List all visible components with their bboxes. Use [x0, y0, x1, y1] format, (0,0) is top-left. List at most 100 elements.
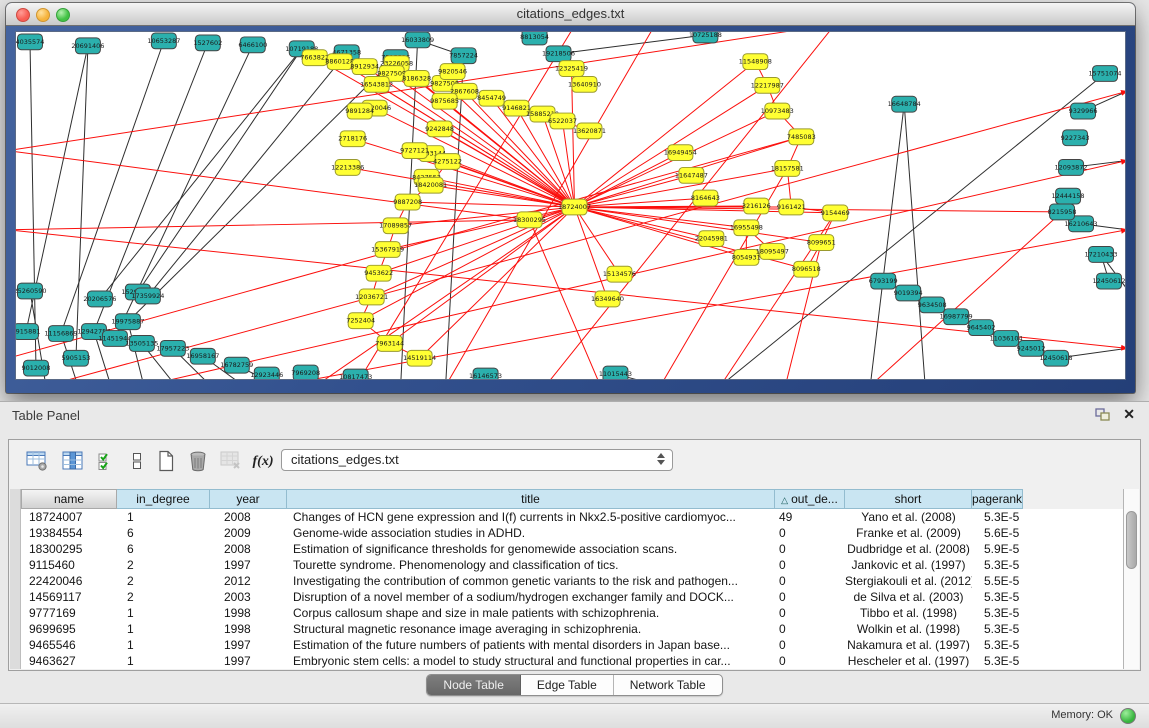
graph-edge[interactable]: [16, 220, 530, 230]
graph-node[interactable]: 16958167: [186, 348, 219, 364]
graph-edge[interactable]: [530, 220, 601, 379]
graph-node[interactable]: 9161421: [777, 199, 806, 215]
graph-edge[interactable]: [574, 207, 806, 269]
graph-node[interactable]: 18157581: [771, 161, 804, 177]
graph-node[interactable]: 7857224: [449, 48, 478, 64]
graph-node[interactable]: 19218506: [542, 46, 575, 62]
graph-node[interactable]: 9019394: [894, 285, 923, 301]
column-header-title[interactable]: title: [287, 489, 775, 509]
graph-node[interactable]: 8813054: [520, 32, 549, 45]
table-row[interactable]: 1456911722003Disruption of a novel membe…: [21, 589, 1124, 605]
graph-edge[interactable]: [148, 53, 347, 296]
graph-node[interactable]: 19975887: [111, 314, 144, 330]
graph-node[interactable]: 12923446: [250, 367, 283, 379]
vertical-scrollbar[interactable]: [1123, 489, 1139, 669]
graph-node[interactable]: 2718176: [338, 131, 367, 147]
graph-node[interactable]: 7485083: [787, 129, 816, 145]
graph-node[interactable]: 3915881: [16, 324, 40, 340]
graph-node[interactable]: 20691406: [71, 38, 104, 54]
graph-node[interactable]: 16543812: [360, 76, 393, 92]
column-header-in_degree[interactable]: in_degree: [117, 489, 210, 509]
graph-node[interactable]: 16033809: [401, 32, 434, 48]
graph-node[interactable]: 8186328: [402, 71, 431, 87]
graph-node[interactable]: 10973483: [761, 103, 794, 119]
graph-node[interactable]: 15367919: [371, 242, 404, 258]
delete-rows-trash-button[interactable]: [184, 447, 212, 475]
graph-node[interactable]: 18724007: [558, 199, 591, 215]
graph-node[interactable]: 10725188: [689, 32, 722, 43]
graph-node[interactable]: 12093872: [1055, 160, 1088, 176]
graph-node[interactable]: 8096518: [792, 261, 821, 277]
graph-node[interactable]: 12036721: [355, 289, 388, 305]
graph-node[interactable]: 9634508: [918, 297, 947, 313]
tab-network-table[interactable]: Network Table: [614, 675, 722, 695]
graph-node[interactable]: 11156869: [44, 326, 77, 342]
graph-node[interactable]: 9227343: [1061, 130, 1090, 146]
graph-node[interactable]: 25260590: [16, 283, 47, 299]
function-builder-button[interactable]: f(x): [249, 447, 277, 475]
graph-node[interactable]: 12217987: [751, 77, 784, 93]
graph-node[interactable]: 11548908: [739, 54, 772, 70]
graph-node[interactable]: 9727121: [400, 143, 429, 159]
graph-node[interactable]: 15751074: [1089, 66, 1122, 82]
graph-node[interactable]: 16349640: [591, 291, 624, 307]
graph-node[interactable]: 7969208: [291, 365, 320, 379]
graph-edge[interactable]: [559, 35, 706, 54]
graph-node[interactable]: 15134576: [603, 266, 636, 282]
tab-edge-table[interactable]: Edge Table: [521, 675, 614, 695]
graph-edge[interactable]: [574, 198, 705, 207]
graph-node[interactable]: 22045981: [695, 231, 728, 247]
row-height-button[interactable]: [123, 447, 151, 475]
column-header-out_de[interactable]: △out_de...: [775, 489, 845, 509]
graph-node[interactable]: 12325419: [555, 61, 588, 77]
graph-node[interactable]: 10817473: [339, 369, 372, 379]
graph-node[interactable]: 12450618: [1040, 350, 1073, 366]
graph-node[interactable]: 13505135: [125, 336, 158, 352]
graph-node[interactable]: 13620871: [573, 123, 606, 139]
graph-node[interactable]: 9875685: [430, 93, 459, 109]
table-row[interactable]: 1830029562008Estimation of significance …: [21, 541, 1124, 557]
graph-edge[interactable]: [574, 207, 1062, 212]
table-row[interactable]: 1872400712008Changes of HCN gene express…: [21, 509, 1124, 525]
tab-node-table[interactable]: Node Table: [427, 675, 521, 695]
graph-node[interactable]: 9242848: [425, 121, 454, 137]
table-select[interactable]: citations_edges.txt: [281, 449, 673, 471]
close-panel-icon[interactable]: ✕: [1123, 406, 1135, 423]
column-header-short[interactable]: short: [845, 489, 972, 509]
table-row[interactable]: 1938455462009Genome-wide association stu…: [21, 525, 1124, 541]
table-row[interactable]: 969969511998Structural magnetic resonanc…: [21, 621, 1124, 637]
graph-node[interactable]: 16949454: [664, 145, 697, 161]
table-settings-button[interactable]: [23, 447, 51, 475]
graph-node[interactable]: 5905153: [61, 350, 90, 366]
graph-node[interactable]: 18095497: [756, 244, 789, 260]
graph-edge[interactable]: [138, 49, 302, 292]
graph-edge[interactable]: [446, 32, 656, 379]
graph-node[interactable]: 16987799: [940, 309, 973, 325]
graph-node[interactable]: 4035574: [16, 34, 44, 50]
graph-node[interactable]: 8912934: [350, 59, 379, 75]
graph-node[interactable]: 9154469: [821, 205, 850, 221]
graph-node[interactable]: 9012008: [22, 360, 51, 376]
graph-node[interactable]: 17957223: [156, 340, 189, 356]
graph-node[interactable]: 10653287: [147, 33, 180, 49]
graph-node[interactable]: 13640910: [568, 76, 601, 92]
graph-node[interactable]: 9887208: [393, 194, 422, 210]
table-row[interactable]: 911546021997Tourette syndrome. Phenomeno…: [21, 557, 1124, 573]
graph-edge[interactable]: [448, 162, 575, 207]
graph-edge[interactable]: [904, 104, 925, 379]
table-row[interactable]: 977716911998Corpus callosum shape and si…: [21, 605, 1124, 621]
graph-node[interactable]: 7963144: [375, 336, 404, 352]
table-row[interactable]: 946362711997Embryonic stem cells: a mode…: [21, 653, 1124, 669]
graph-node[interactable]: 17089857: [379, 218, 412, 234]
graph-node[interactable]: 12450612: [1092, 273, 1125, 289]
graph-node[interactable]: 4275122: [433, 154, 462, 170]
column-chooser-button[interactable]: [59, 447, 87, 475]
graph-edge[interactable]: [574, 207, 607, 299]
graph-edge[interactable]: [574, 207, 711, 239]
graph-node[interactable]: 9645402: [967, 320, 996, 336]
network-canvas[interactable]: 4035574206914061065328715276026466100107…: [16, 32, 1125, 379]
scrollbar-thumb[interactable]: [1126, 511, 1137, 569]
graph-edge[interactable]: [353, 139, 575, 207]
graph-node[interactable]: 3216126: [742, 198, 771, 214]
graph-node[interactable]: 11015443: [599, 366, 632, 379]
